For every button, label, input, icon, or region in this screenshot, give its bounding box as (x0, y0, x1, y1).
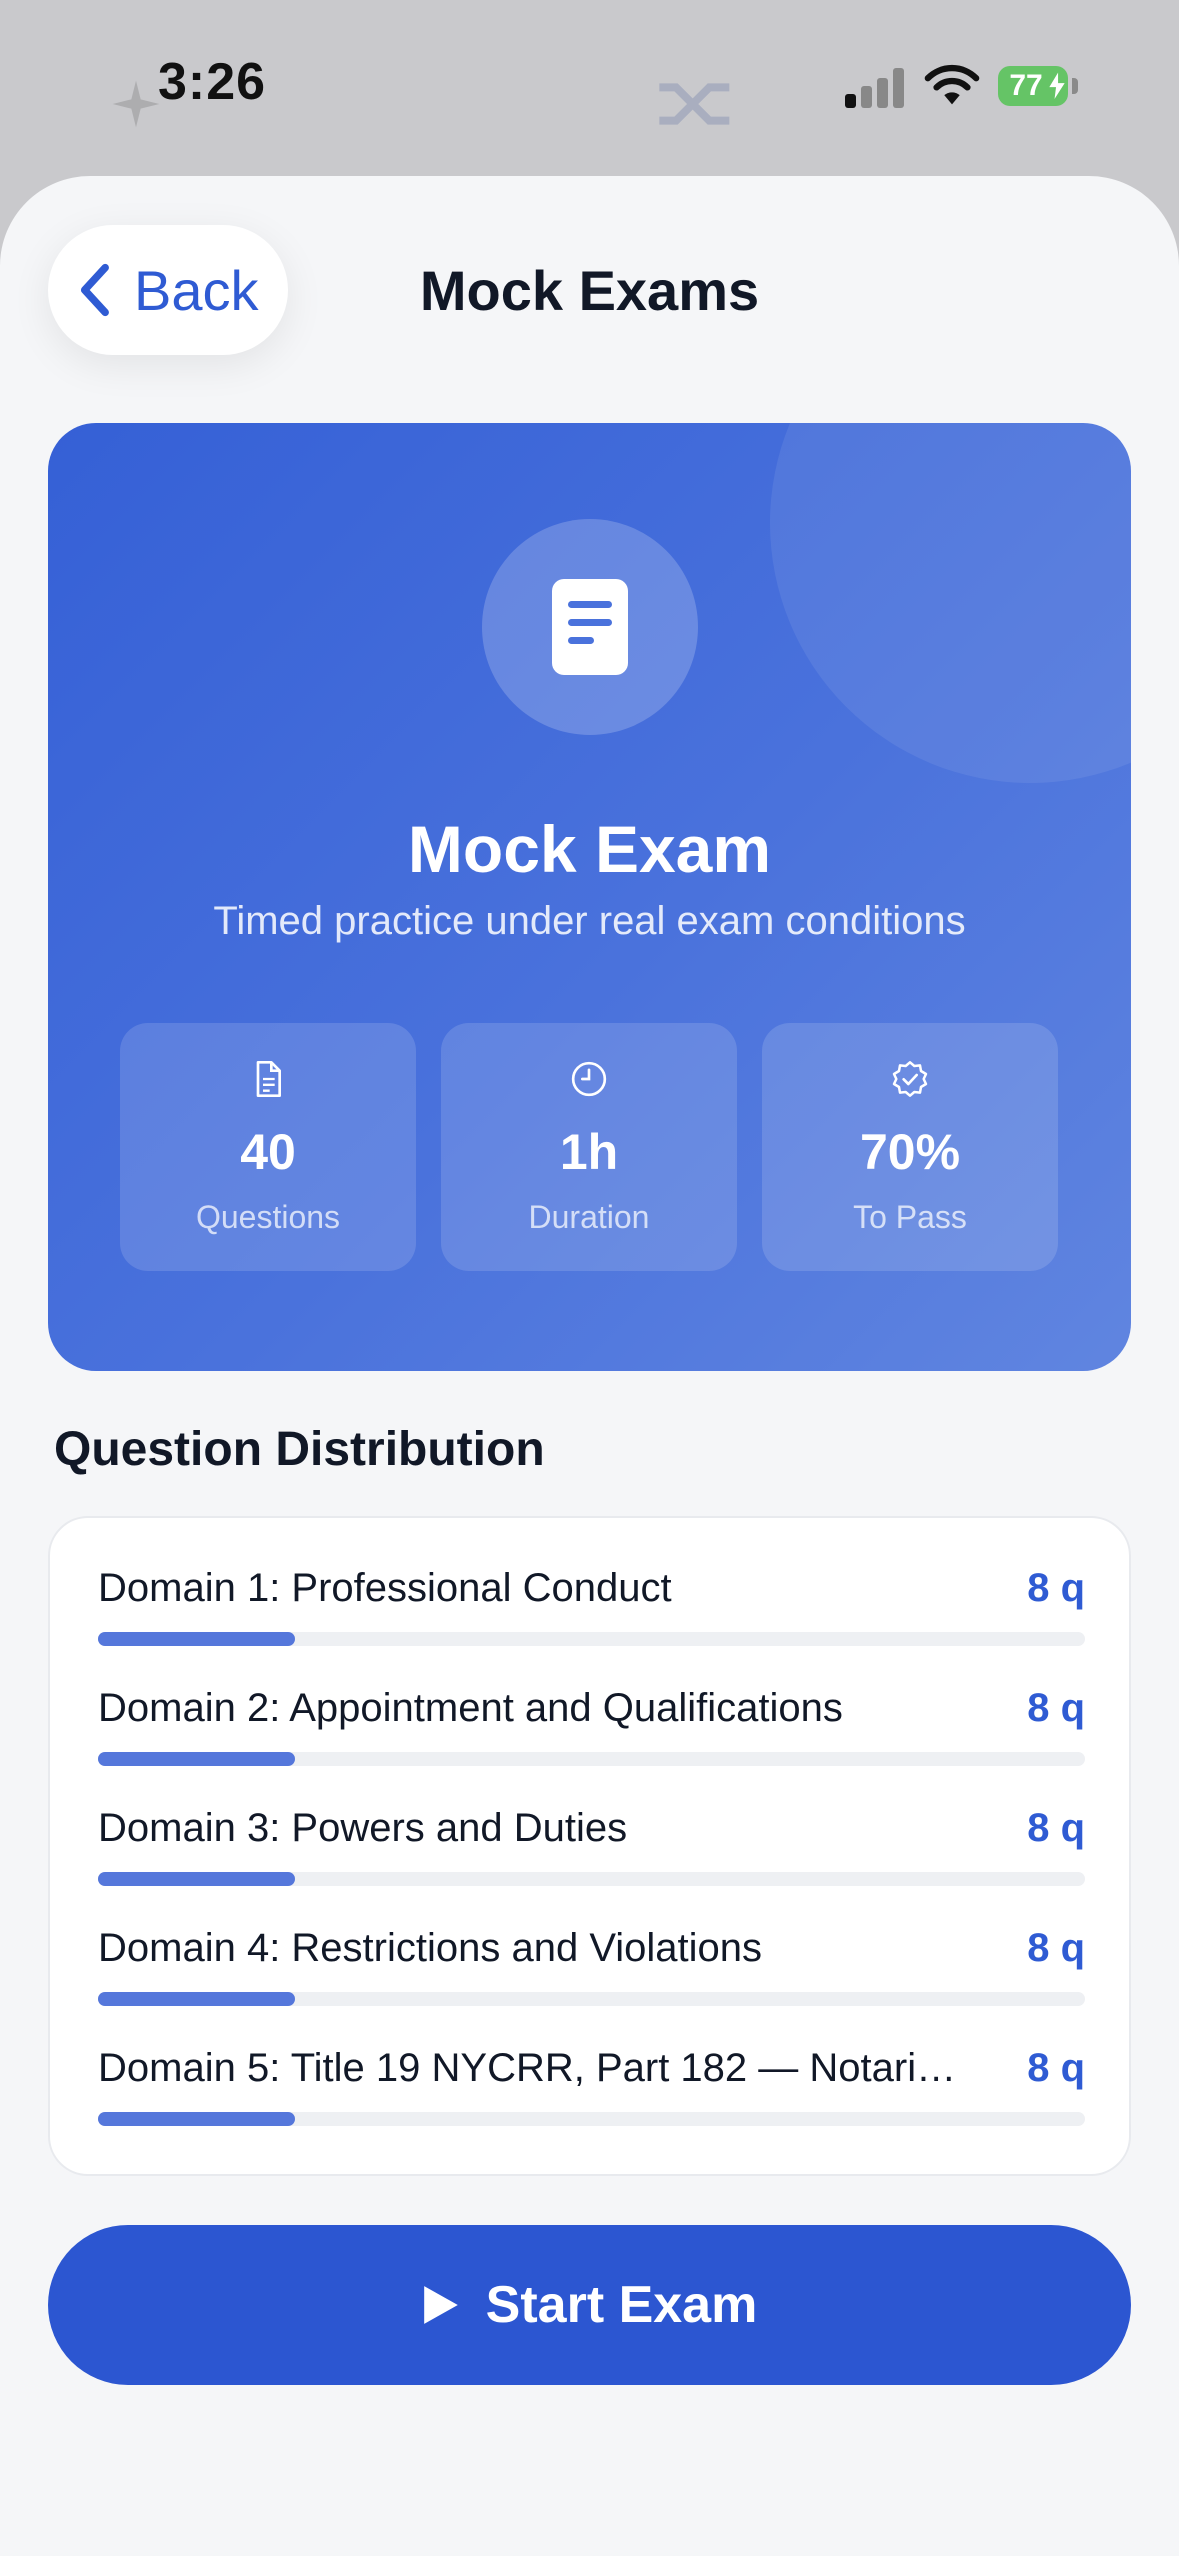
domain-progress-fill (98, 1992, 296, 2006)
domain-row: Domain 2: Appointment and Qualifications… (98, 1686, 1085, 1766)
page-title: Mock Exams (419, 259, 760, 322)
section-title: Question Distribution (54, 1423, 545, 1476)
cellular-signal-icon (845, 66, 905, 108)
play-icon (423, 2286, 458, 2324)
domain-count: 8 q (1027, 1566, 1085, 1610)
wifi-icon (924, 64, 980, 105)
domain-row: Domain 1: Professional Conduct 8 q (98, 1566, 1085, 1646)
stat-pass-mark: 70% To Pass (762, 1023, 1058, 1271)
stat-duration: 1h Duration (441, 1023, 737, 1271)
mock-exam-card: Mock Exam Timed practice under real exam… (48, 423, 1131, 1371)
domain-name: Domain 4: Restrictions and Violations (98, 1926, 763, 1970)
battery-cap (1072, 78, 1078, 94)
domain-count: 8 q (1027, 2046, 1085, 2090)
domain-count: 8 q (1027, 1926, 1085, 1970)
start-exam-label: Start Exam (485, 2276, 758, 2334)
domain-count: 8 q (1027, 1806, 1085, 1850)
status-bar: 3:26 77 (0, 0, 1179, 176)
domain-progress-fill (98, 1872, 296, 1886)
hero-icon-container (482, 519, 698, 735)
decorative-circle (770, 423, 1131, 783)
domain-name: Domain 2: Appointment and Qualifications (98, 1686, 843, 1730)
domain-progress-track (98, 1872, 1085, 1886)
domain-progress-track (98, 2112, 1085, 2126)
domain-row: Domain 5: Title 19 NYCRR, Part 182 — Not… (98, 2046, 1085, 2126)
stat-label: To Pass (853, 1199, 967, 1235)
stat-value: 70% (859, 1124, 961, 1180)
start-exam-button[interactable]: Start Exam (48, 2225, 1131, 2385)
file-icon (256, 1061, 281, 1097)
domain-progress-track (98, 1752, 1085, 1766)
stat-value: 40 (240, 1124, 296, 1180)
hero-subtitle: Timed practice under real exam condition… (213, 899, 966, 943)
domain-progress-fill (98, 1632, 296, 1646)
verified-badge-icon (892, 1061, 928, 1097)
domain-count: 8 q (1027, 1686, 1085, 1730)
status-time: 3:26 (158, 53, 267, 111)
domain-name: Domain 3: Powers and Duties (98, 1806, 628, 1850)
document-icon (552, 579, 628, 675)
clock-icon (571, 1061, 607, 1097)
domain-row: Domain 4: Restrictions and Violations 8 … (98, 1926, 1085, 2006)
distribution-card: Domain 1: Professional Conduct 8 q Domai… (48, 1516, 1131, 2176)
domain-progress-fill (98, 2112, 296, 2126)
domain-progress-track (98, 1992, 1085, 2006)
stat-label: Duration (528, 1199, 650, 1235)
stat-questions: 40 Questions (120, 1023, 416, 1271)
domain-progress-track (98, 1632, 1085, 1646)
domain-progress-fill (98, 1752, 296, 1766)
stat-value: 1h (559, 1124, 619, 1180)
stat-label: Questions (195, 1199, 341, 1235)
domain-row: Domain 3: Powers and Duties 8 q (98, 1806, 1085, 1886)
shuffle-icon (659, 83, 730, 125)
hero-title: Mock Exam (407, 812, 772, 886)
domain-name: Domain 5: Title 19 NYCRR, Part 182 — Not… (98, 2046, 957, 2090)
battery-level: 77 (1009, 69, 1043, 102)
domain-name: Domain 1: Professional Conduct (98, 1566, 672, 1610)
bolt-icon (1046, 70, 1068, 102)
sparkle-icon (112, 80, 160, 128)
